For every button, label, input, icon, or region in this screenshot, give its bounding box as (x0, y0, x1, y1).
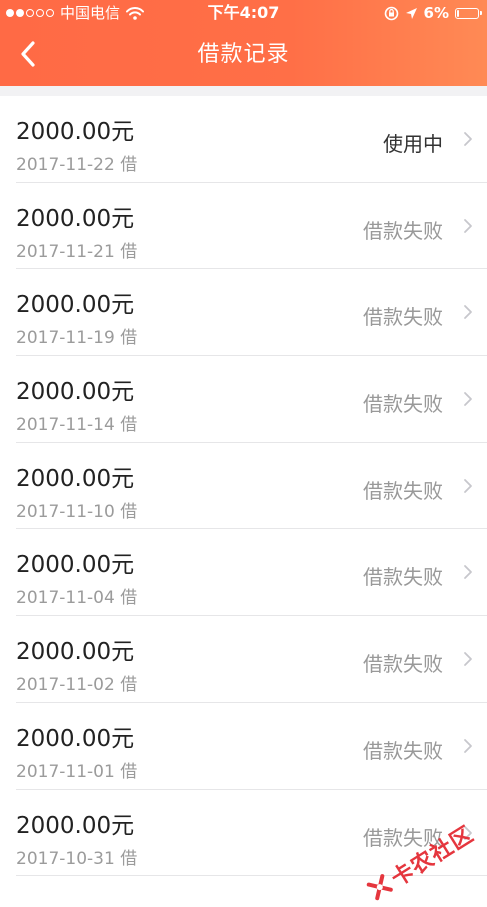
loan-amount: 2000.00元 (16, 379, 135, 406)
chevron-right-icon (464, 565, 472, 580)
chevron-right-icon (464, 218, 472, 233)
loan-date: 2017-11-14 借 (16, 415, 138, 436)
loan-status: 借款失败 (363, 392, 443, 417)
loan-status: 使用中 (383, 132, 443, 156)
chevron-right-icon (464, 478, 472, 493)
loan-amount: 2000.00元 (16, 292, 135, 319)
loan-date: 2017-11-02 借 (16, 675, 138, 696)
loan-date: 2017-11-04 借 (16, 588, 138, 609)
loan-record-row[interactable]: 2000.00元 2017-11-04 借 借款失败 (0, 529, 487, 616)
loan-status: 借款失败 (363, 218, 443, 243)
loan-date: 2017-11-22 借 (16, 155, 138, 175)
loan-amount: 2000.00元 (16, 465, 135, 492)
loan-record-row[interactable]: 2000.00元 2017-11-01 借 借款失败 (0, 703, 487, 790)
loan-status: 借款失败 (363, 478, 443, 503)
loan-record-row[interactable]: 2000.00元 2017-11-19 借 借款失败 (0, 269, 487, 356)
chevron-right-icon (464, 652, 472, 667)
status-right: 6% (384, 0, 482, 26)
loan-amount: 2000.00元 (16, 552, 135, 579)
page-title: 借款记录 (197, 42, 290, 67)
chevron-right-icon (464, 738, 472, 753)
loan-status: 借款失败 (363, 738, 443, 763)
loan-date: 2017-10-31 借 (16, 848, 138, 869)
loan-amount: 2000.00元 (16, 812, 135, 839)
battery-percentage: 6% (423, 4, 449, 22)
app-header: 中国电信 下午4:07 6% 借款记录 (0, 0, 487, 86)
loan-record-row[interactable]: 2000.00元 2017-11-22 借 使用中 (0, 96, 487, 183)
loan-record-row[interactable]: 2000.00元 2017-11-14 借 借款失败 (0, 356, 487, 443)
nav-bar: 借款记录 (0, 26, 487, 84)
loan-date: 2017-11-21 借 (16, 241, 138, 262)
chevron-right-icon (464, 132, 472, 146)
loan-status: 借款失败 (363, 565, 443, 590)
loan-amount: 2000.00元 (16, 119, 135, 145)
loan-date: 2017-11-10 借 (16, 501, 138, 522)
loan-status: 借款失败 (363, 305, 443, 330)
loan-record-row[interactable]: 2000.00元 2017-11-02 借 借款失败 (0, 616, 487, 703)
loan-amount: 2000.00元 (16, 725, 135, 752)
loan-record-row[interactable]: 2000.00元 2017-11-21 借 借款失败 (0, 183, 487, 270)
loan-status: 借款失败 (363, 652, 443, 677)
rotation-lock-icon (384, 6, 399, 21)
loan-amount: 2000.00元 (16, 639, 135, 666)
status-bar: 中国电信 下午4:07 6% (0, 0, 487, 26)
loan-date: 2017-11-19 借 (16, 328, 138, 349)
loan-date: 2017-11-01 借 (16, 761, 138, 782)
battery-icon (455, 7, 482, 19)
loan-record-list: 2000.00元 2017-11-22 借 使用中 2000.00元 2017-… (0, 96, 487, 876)
chevron-right-icon (464, 392, 472, 406)
loan-record-row[interactable]: 2000.00元 2017-11-10 借 借款失败 (0, 443, 487, 530)
list-top-spacer (0, 86, 487, 96)
battery-level-fill (457, 9, 460, 17)
chevron-right-icon (464, 305, 472, 320)
location-arrow-icon (405, 7, 418, 20)
loan-amount: 2000.00元 (16, 205, 135, 232)
